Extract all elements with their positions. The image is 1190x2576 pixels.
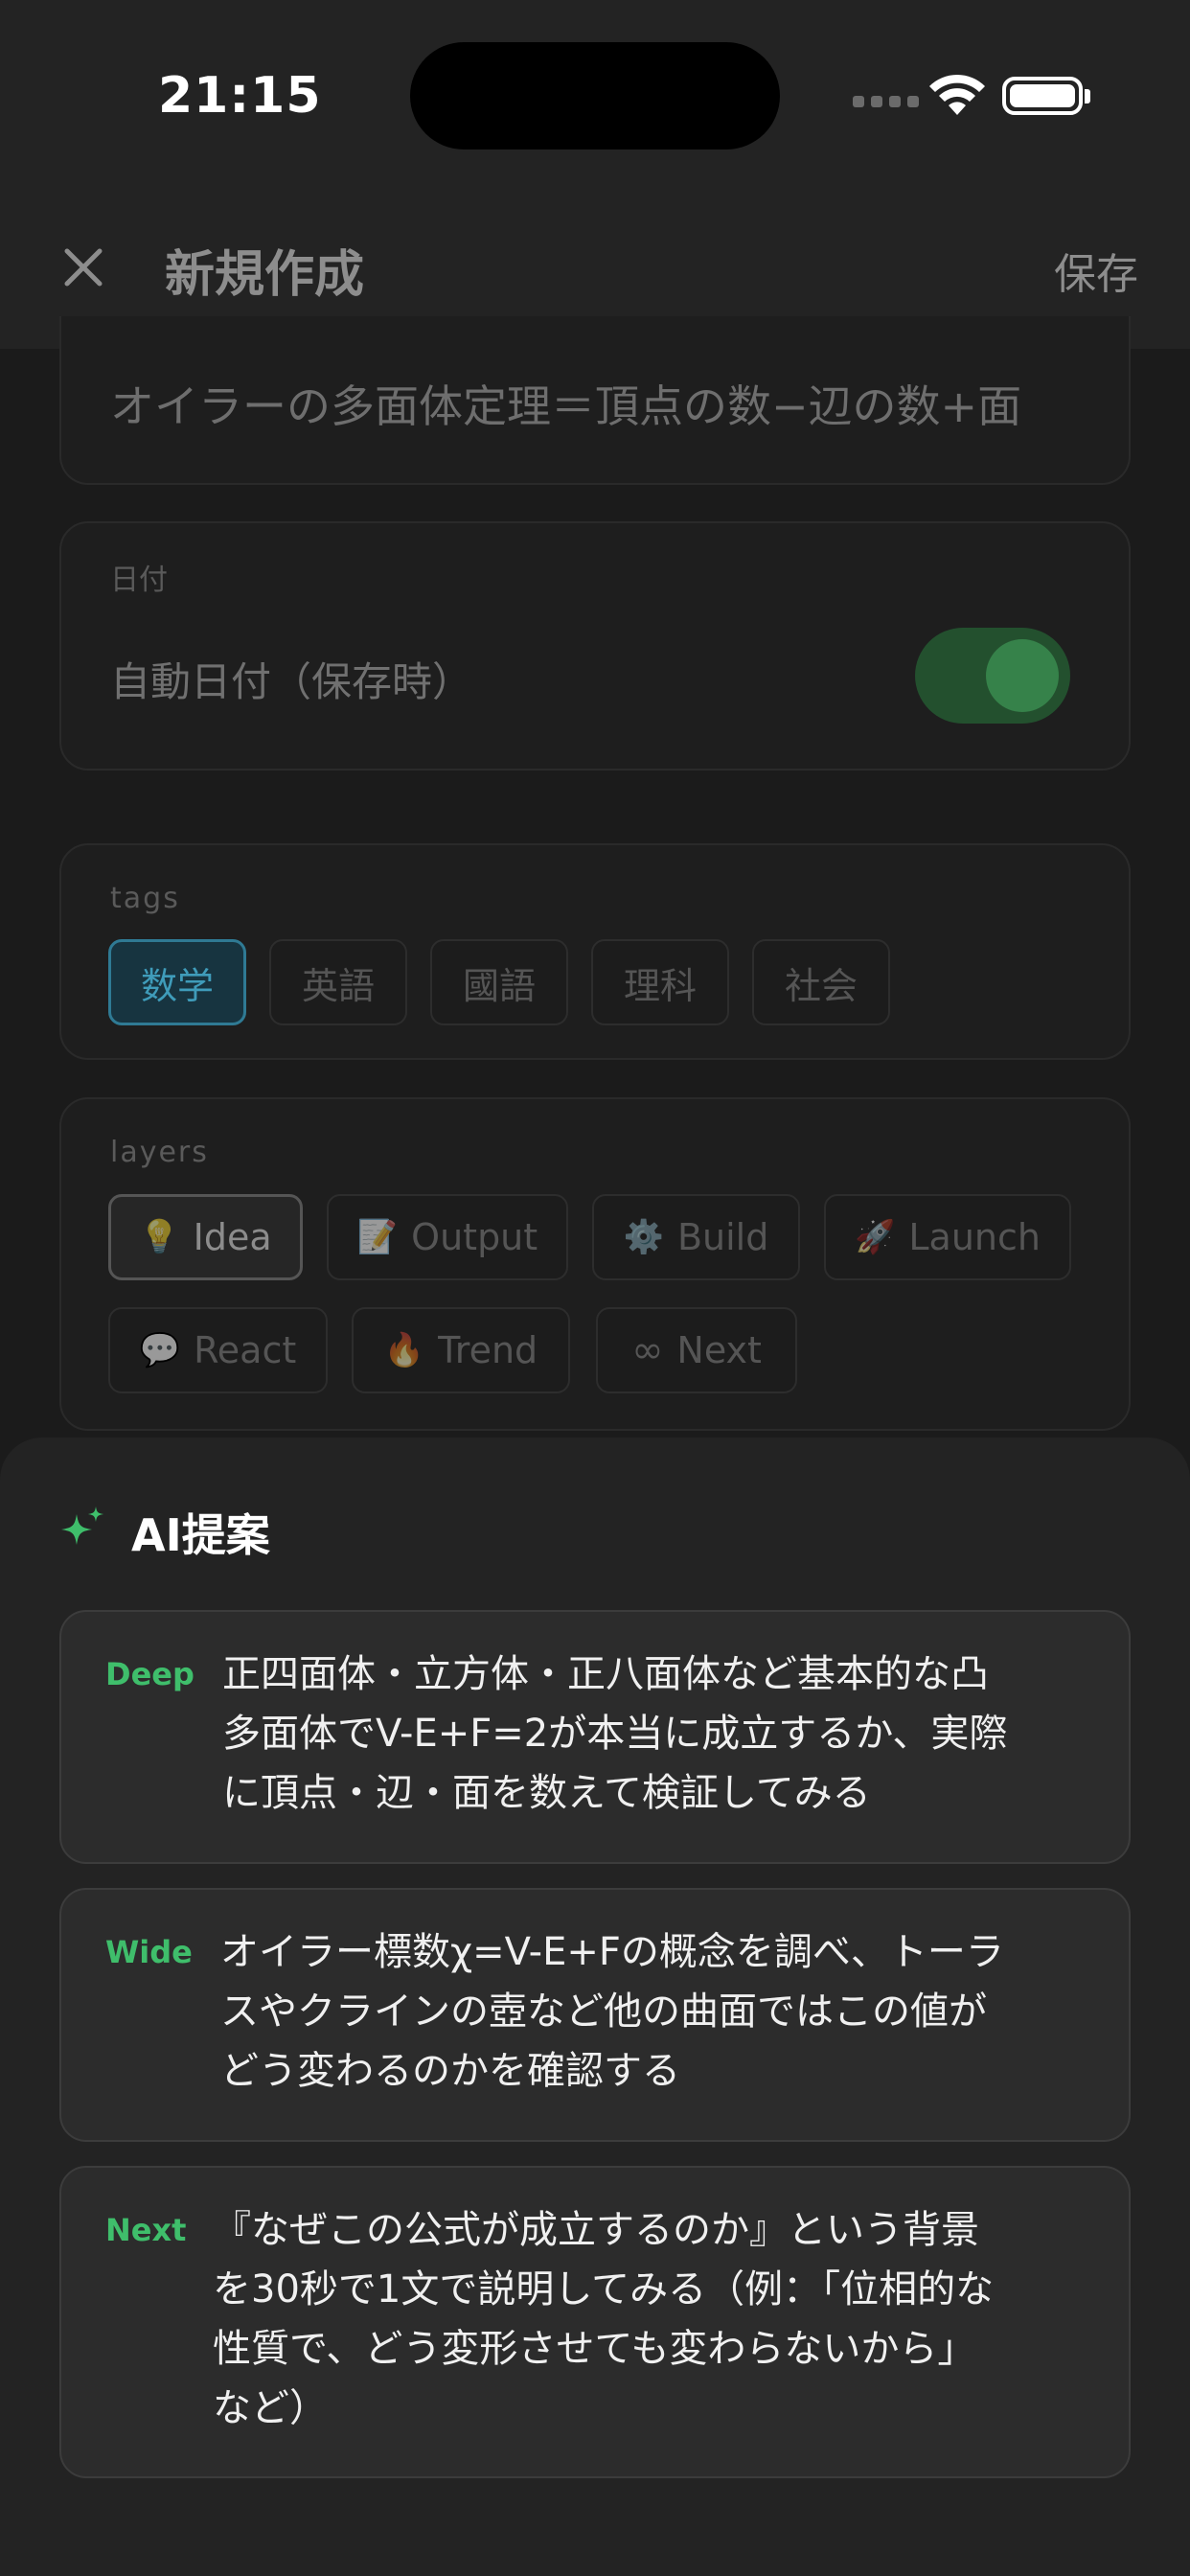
tag-chip-science[interactable]: 理科: [591, 939, 729, 1025]
layer-chip-launch[interactable]: 🚀 Launch: [824, 1194, 1071, 1280]
page-title: 新規作成: [165, 246, 365, 304]
tag-label: 数学: [140, 964, 214, 1007]
toggle-knob: [986, 639, 1059, 712]
sparkle-icon: [61, 1506, 103, 1545]
tag-chip-math[interactable]: 数学: [108, 939, 246, 1025]
layer-label: Next: [676, 1329, 762, 1371]
tag-label: 國語: [462, 964, 536, 1007]
auto-date-toggle[interactable]: [915, 628, 1070, 724]
battery-icon: [1002, 77, 1083, 115]
battery-tip: [1085, 89, 1090, 104]
tag-chip-japanese[interactable]: 國語: [430, 939, 568, 1025]
layer-chip-output[interactable]: 📝 Output: [327, 1194, 568, 1280]
layer-chip-next[interactable]: ∞ Next: [596, 1307, 797, 1393]
suggestion-kind: Deep: [105, 1656, 195, 1692]
dynamic-island: [410, 42, 780, 150]
cellular-signal-icon: [853, 96, 919, 107]
tags-label: tags: [110, 882, 180, 915]
tag-label: 社会: [784, 964, 858, 1007]
save-button[interactable]: 保存: [1054, 240, 1138, 301]
layer-chip-build[interactable]: ⚙️ Build: [592, 1194, 800, 1280]
layer-label: Trend: [438, 1329, 538, 1371]
close-icon[interactable]: [59, 243, 107, 291]
layer-label: React: [194, 1329, 297, 1371]
layers-label: layers: [110, 1136, 209, 1169]
layer-label: Output: [411, 1216, 538, 1258]
layer-label: Idea: [193, 1216, 272, 1258]
tag-chip-social[interactable]: 社会: [752, 939, 890, 1025]
wifi-icon: [929, 74, 985, 115]
speech-bubble-icon: 💬: [139, 1331, 181, 1369]
fire-icon: 🔥: [383, 1331, 425, 1369]
rocket-icon: 🚀: [855, 1218, 896, 1256]
date-label: 日付: [110, 564, 168, 597]
ai-panel-title: AI提案: [131, 1509, 270, 1561]
layer-chip-react[interactable]: 💬 React: [108, 1307, 328, 1393]
gear-icon: ⚙️: [623, 1218, 664, 1256]
memo-icon: 📝: [356, 1218, 399, 1256]
layer-label: Build: [676, 1216, 769, 1258]
suggestion-text: 正四面体・立方体・正八面体など基本的な凸 多面体でV-E+F=2が本当に成立する…: [222, 1652, 1008, 1815]
layer-chip-trend[interactable]: 🔥 Trend: [352, 1307, 570, 1393]
suggestion-text: 『なぜこの公式が成立するのか』という背景 を30秒で1文で説明してみる（例：「位…: [213, 2208, 995, 2430]
status-time: 21:15: [158, 67, 322, 125]
suggestion-text: オイラー標数χ=V-E+Fの概念を調べ、トーラ スやクラインの壺など他の曲面では…: [220, 1930, 1004, 2093]
infinity-icon: ∞: [631, 1328, 664, 1372]
suggestion-kind: Next: [105, 2212, 187, 2248]
title-input-value[interactable]: オイラーの多面体定理＝頂点の数−辺の数+面: [110, 372, 1087, 435]
auto-date-label: 自動日付（保存時）: [110, 658, 473, 705]
tag-label: 理科: [623, 964, 697, 1007]
layer-chip-idea[interactable]: 💡 Idea: [108, 1194, 303, 1280]
tag-chip-english[interactable]: 英語: [269, 939, 407, 1025]
suggestion-kind: Wide: [105, 1934, 193, 1970]
lightbulb-icon: 💡: [139, 1218, 180, 1256]
layer-label: Launch: [908, 1216, 1041, 1258]
tag-label: 英語: [301, 964, 375, 1007]
